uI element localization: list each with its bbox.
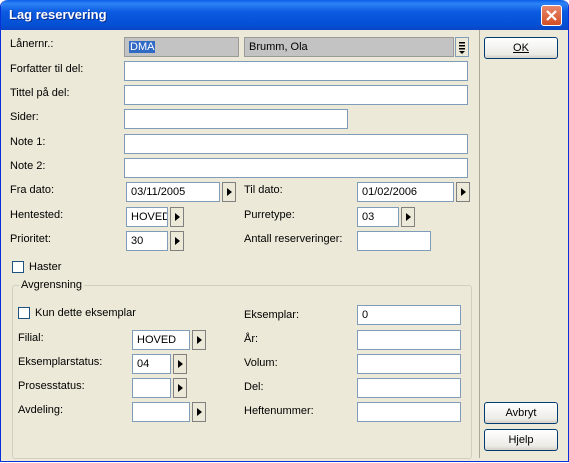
arrow-right-icon [197,336,202,344]
sider-input[interactable] [124,109,348,129]
volum-label: Volum: [244,357,278,369]
kun-dette-label: Kun dette eksemplar [35,307,136,319]
arrow-right-icon [175,213,180,221]
arrow-right-icon [406,213,411,221]
purretype-label: Purretype: [244,209,295,221]
window-title: Lag reservering [9,7,107,22]
note1-input[interactable] [124,134,468,154]
til-dato-input[interactable]: 01/02/2006 [357,182,454,202]
tittel-input[interactable] [124,85,468,105]
prosessstatus-label: Prosesstatus: [18,380,85,392]
prioritet-label: Prioritet: [10,233,51,245]
filial-input[interactable]: HOVED [132,330,190,350]
hentested-button[interactable] [170,207,184,227]
purretype-input[interactable]: 03 [357,207,399,227]
arrow-right-icon [461,188,466,196]
eksemplarstatus-label: Eksemplarstatus: [18,356,103,368]
avdeling-label: Avdeling: [18,404,64,416]
note2-label: Note 2: [10,160,46,172]
tittel-label: Tittel på del: [10,87,70,99]
arrow-right-icon [227,188,232,196]
avgrensning-label: Avgrensning [19,279,84,291]
fra-dato-button[interactable] [222,182,236,202]
eksemplar-label: Eksemplar: [244,309,300,321]
arrow-right-icon [197,408,202,416]
title-bar[interactable]: Lag reservering [1,0,568,30]
laner-picker-button[interactable] [455,37,469,57]
avdeling-button[interactable] [192,402,206,422]
fra-dato-input[interactable]: 03/11/2005 [126,182,220,202]
button-panel: OK Avbryt Hjelp [479,30,566,458]
avdeling-input[interactable] [132,402,190,422]
volum-input[interactable] [357,354,461,374]
kun-dette-checkbox[interactable] [18,307,30,319]
haster-label: Haster [29,261,62,273]
ok-button[interactable]: OK [484,37,558,59]
close-icon [546,10,557,21]
close-button[interactable] [541,5,562,26]
arrow-right-icon [178,360,183,368]
fra-dato-label: Fra dato: [10,184,55,196]
ar-input[interactable] [357,330,461,350]
eksemplar-input[interactable]: 0 [357,305,461,325]
del-label: Del: [244,381,264,393]
hentested-label: Hentested: [10,209,64,221]
ar-label: År: [244,333,259,345]
prioritet-input[interactable]: 30 [126,231,168,251]
haster-checkbox[interactable] [12,261,24,273]
eksemplarstatus-button[interactable] [173,354,187,374]
sider-label: Sider: [10,111,39,123]
laner-name-field: Brumm, Ola [244,37,454,57]
dialog-window: Lag reservering Lånernr.: DMA Brumm, Ola… [0,0,569,462]
hjelp-button[interactable]: Hjelp [484,429,558,451]
eksemplarstatus-input[interactable]: 04 [132,354,171,374]
heftenummer-label: Heftenummer: [244,405,314,417]
arrow-right-icon [175,237,180,245]
note1-label: Note 1: [10,136,46,148]
forfatter-label: Forfatter til del: [10,63,84,75]
filial-button[interactable] [192,330,206,350]
antall-input[interactable] [357,231,431,251]
prosessstatus-input[interactable] [132,378,171,398]
list-picker-icon [459,42,465,54]
purretype-button[interactable] [401,207,415,227]
del-input[interactable] [357,378,461,398]
arrow-right-icon [178,384,183,392]
form-area: Lånernr.: DMA Brumm, Ola Forfatter til d… [4,30,476,459]
prosessstatus-button[interactable] [173,378,187,398]
heftenummer-input[interactable] [357,402,461,422]
prioritet-button[interactable] [170,231,184,251]
forfatter-input[interactable] [124,61,468,81]
lanernr-label: Lånernr.: [10,38,54,50]
hentested-input[interactable]: HOVED [126,207,168,227]
til-dato-label: Til dato: [244,184,283,196]
avbryt-button[interactable]: Avbryt [484,402,558,424]
note2-input[interactable] [124,158,468,178]
til-dato-button[interactable] [456,182,470,202]
lanernr-field[interactable]: DMA [124,37,239,57]
filial-label: Filial: [18,332,44,344]
antall-label: Antall reserveringer: [244,233,343,245]
